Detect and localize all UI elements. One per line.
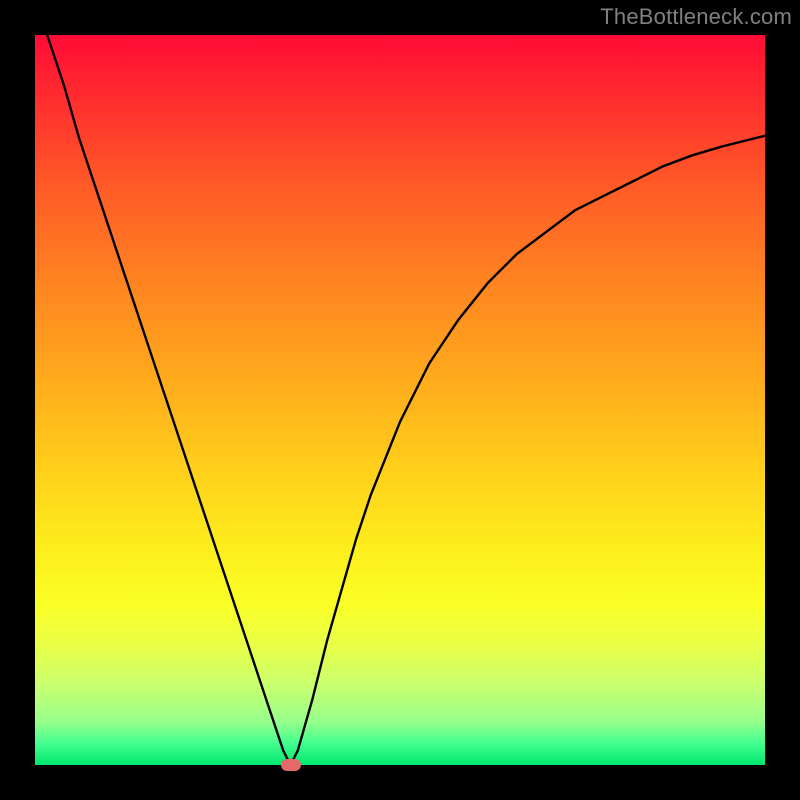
plot-area — [35, 35, 765, 765]
attribution-text: TheBottleneck.com — [600, 4, 792, 30]
line-series — [35, 35, 765, 765]
minimum-marker — [281, 759, 301, 771]
chart-frame: TheBottleneck.com — [0, 0, 800, 800]
